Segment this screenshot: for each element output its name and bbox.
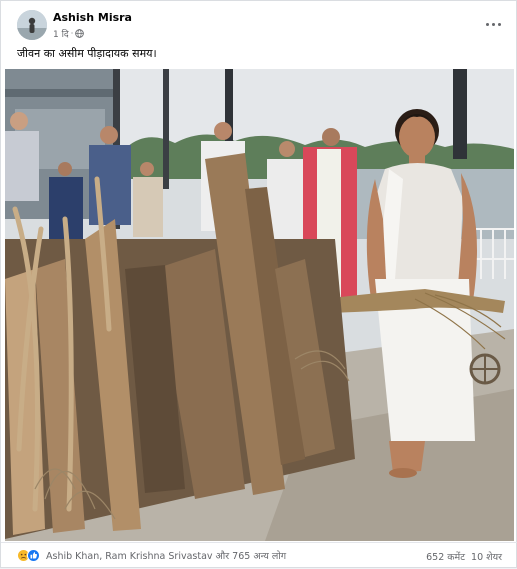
post-meta: 1 दि · (53, 27, 85, 40)
engagement-counts: 652 कमेंट 10 शेयर (426, 550, 502, 563)
post-card: Ashish Misra 1 दि · जीवन का असीम पीड़ादा… (0, 0, 517, 568)
globe-icon (75, 29, 85, 38)
reactors-text: Ashib Khan, Ram Krishna Srivastav और 765… (46, 551, 287, 562)
reactions-summary[interactable]: Ashib Khan, Ram Krishna Srivastav और 765… (17, 549, 286, 562)
post-time[interactable]: 1 दि (53, 27, 69, 40)
author-name[interactable]: Ashish Misra (53, 11, 132, 24)
comments-count[interactable]: 652 कमेंट (426, 550, 465, 563)
post-text: जीवन का असीम पीड़ादायक समय। (17, 47, 157, 60)
more-options-icon[interactable] (482, 13, 504, 35)
post-photo[interactable] (5, 69, 514, 541)
like-reaction-icon (27, 549, 40, 562)
shares-count[interactable]: 10 शेयर (471, 550, 502, 563)
meta-separator: · (70, 29, 74, 38)
post-footer: Ashib Khan, Ram Krishna Srivastav और 765… (1, 542, 517, 569)
author-avatar[interactable] (17, 10, 47, 40)
post-header: Ashish Misra 1 दि · (1, 1, 517, 45)
